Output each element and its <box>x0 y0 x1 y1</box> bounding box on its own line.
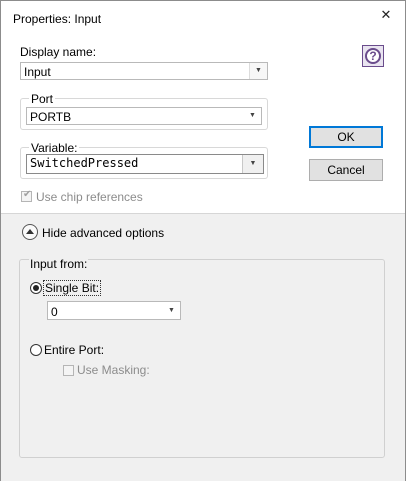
variable-group-label: Variable: <box>29 141 80 155</box>
use-chip-references-label: Use chip references <box>36 190 143 204</box>
use-masking-checkbox[interactable] <box>63 365 74 376</box>
port-value: PORTB <box>30 110 72 124</box>
title-bar: Properties: Input ✕ <box>1 1 405 35</box>
single-bit-radio[interactable] <box>30 282 42 294</box>
hide-advanced-options-link[interactable]: Hide advanced options <box>42 226 164 240</box>
single-bit-label[interactable]: Single Bit: <box>42 280 102 296</box>
single-bit-combo[interactable]: 0 ▼ <box>47 301 181 320</box>
use-chip-references-checkbox[interactable]: ✔ <box>21 189 32 202</box>
port-group: Port PORTB ▼ <box>20 93 268 130</box>
help-icon: ? <box>365 48 381 64</box>
collapse-up-icon[interactable] <box>22 224 38 240</box>
port-combo[interactable]: PORTB ▼ <box>26 107 262 125</box>
check-icon: ✔ <box>23 189 32 200</box>
chevron-down-icon[interactable]: ▼ <box>244 108 261 124</box>
variable-combo[interactable]: SwitchedPressed ▼ <box>26 154 264 174</box>
input-from-label: Input from: <box>29 257 89 271</box>
properties-dialog: Properties: Input ✕ Display name: Input … <box>0 0 406 481</box>
chevron-down-icon[interactable]: ▼ <box>249 63 267 79</box>
display-name-combo[interactable]: Input ▼ <box>20 62 268 80</box>
chevron-down-icon[interactable]: ▼ <box>163 302 180 319</box>
ok-button[interactable]: OK <box>309 126 383 148</box>
dialog-title: Properties: Input <box>13 12 102 26</box>
cancel-button[interactable]: Cancel <box>309 159 383 181</box>
close-icon[interactable]: ✕ <box>375 5 397 25</box>
display-name-value: Input <box>24 65 51 79</box>
variable-value: SwitchedPressed <box>30 156 139 170</box>
use-masking-label: Use Masking: <box>77 363 150 377</box>
help-button[interactable]: ? <box>362 45 384 67</box>
variable-group: Variable: SwitchedPressed ▼ <box>20 142 268 179</box>
display-name-label: Display name: <box>20 45 97 59</box>
port-group-label: Port <box>29 92 56 106</box>
entire-port-label[interactable]: Entire Port: <box>44 343 104 357</box>
entire-port-radio[interactable] <box>30 344 42 356</box>
single-bit-value: 0 <box>51 305 58 319</box>
chevron-down-icon[interactable]: ▼ <box>242 155 263 173</box>
